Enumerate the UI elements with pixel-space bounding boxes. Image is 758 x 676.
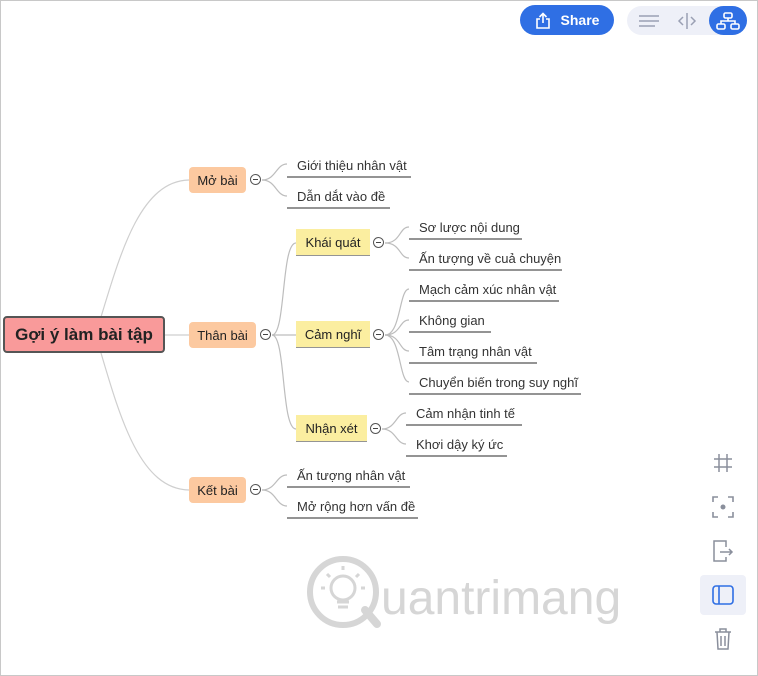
topic-than-bai[interactable]: Thân bài <box>189 322 256 348</box>
topic-mo-bai[interactable]: Mở bài <box>189 167 246 193</box>
leaf-an-tuong-ve-cua-chuyen[interactable]: Ấn tượng về cuả chuyện <box>409 248 561 268</box>
panel-icon <box>712 585 734 605</box>
leaf-mach-cam-xuc-nhan-vat[interactable]: Mạch cảm xúc nhân vật <box>409 279 556 299</box>
mindmap-icon <box>716 11 740 30</box>
focus-icon <box>712 496 734 518</box>
leaf-gioi-thieu-nhan-vat[interactable]: Giới thiệu nhân vật <box>287 155 407 175</box>
focus-tool[interactable] <box>700 487 746 527</box>
export-tool[interactable] <box>700 531 746 571</box>
watermark-logo-icon <box>307 556 381 628</box>
collapse-mo-bai-icon[interactable] <box>250 174 261 185</box>
grid-icon <box>714 454 732 472</box>
collapse-cam-nghi-icon[interactable] <box>373 329 384 340</box>
outline-icon <box>639 14 659 27</box>
share-label: Share <box>560 12 600 28</box>
collapse-khai-quat-icon[interactable] <box>373 237 384 248</box>
grid-tool[interactable] <box>700 443 746 483</box>
panel-tool[interactable] <box>700 575 746 615</box>
collapse-ket-bai-icon[interactable] <box>250 484 261 495</box>
root-topic[interactable]: Gợi ý làm bài tập <box>3 316 165 353</box>
mindmap-view-button[interactable] <box>709 6 747 35</box>
collapse-than-bai-icon[interactable] <box>260 329 271 340</box>
view-switcher <box>627 6 747 35</box>
collapse-nhan-xet-icon[interactable] <box>370 423 381 434</box>
topic-khai-quat[interactable]: Khái quát <box>296 229 370 255</box>
trash-icon <box>715 628 731 650</box>
leaf-dan-dat-vao-de[interactable]: Dẫn dắt vào đề <box>287 186 385 206</box>
export-icon <box>713 540 734 562</box>
leaf-chuyen-bien-trong-suy-nghi[interactable]: Chuyển biến trong suy nghĩ <box>409 372 578 392</box>
watermark: uantrimang <box>307 552 652 637</box>
leaf-an-tuong-nhan-vat[interactable]: Ấn tượng nhân vật <box>287 465 405 485</box>
share-button[interactable]: Share <box>520 5 614 35</box>
mindmap-canvas[interactable]: Gợi ý làm bài tập Mở bài Thân bài Kết bà… <box>0 0 758 676</box>
leaf-tam-trang-nhan-vat[interactable]: Tâm trạng nhân vật <box>409 341 532 361</box>
split-icon <box>677 12 697 29</box>
leaf-khong-gian[interactable]: Không gian <box>409 310 485 330</box>
topic-nhan-xet[interactable]: Nhận xét <box>296 415 367 441</box>
leaf-cam-nhan-tinh-te[interactable]: Cảm nhận tinh tế <box>406 403 515 423</box>
share-icon <box>535 11 550 29</box>
split-view-button[interactable] <box>669 6 705 35</box>
topic-ket-bai[interactable]: Kết bài <box>189 477 246 503</box>
topic-cam-nghi[interactable]: Cảm nghĩ <box>296 321 370 347</box>
watermark-text: uantrimang <box>381 572 621 625</box>
outline-view-button[interactable] <box>631 6 667 35</box>
delete-tool[interactable] <box>700 619 746 659</box>
leaf-mo-rong-hon-van-de[interactable]: Mở rộng hơn vấn đề <box>287 496 415 516</box>
leaf-khoi-day-ky-uc[interactable]: Khơi dậy ký ức <box>406 434 503 454</box>
leaf-so-luoc-noi-dung[interactable]: Sơ lược nội dung <box>409 217 520 237</box>
